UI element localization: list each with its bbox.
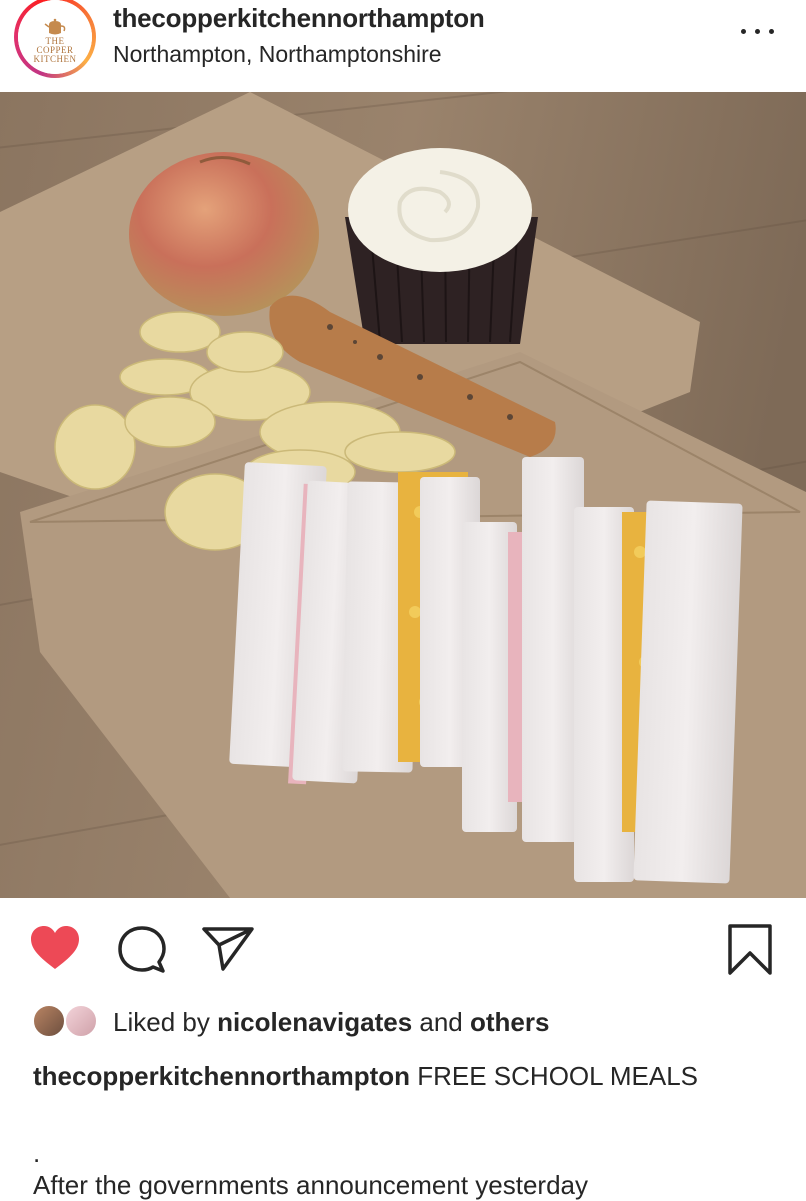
paper-plane-icon[interactable] [201, 925, 255, 973]
lunch-photo-illustration [0, 92, 806, 898]
post-photo[interactable] [0, 92, 806, 898]
comment-bubble-icon[interactable] [117, 925, 167, 975]
likes-middle: and [412, 1007, 470, 1037]
liker-avatar[interactable] [32, 1004, 66, 1038]
bookmark-icon[interactable] [727, 923, 773, 977]
logo-text-kitchen: KITCHEN [33, 53, 77, 64]
copper-kitchen-logo: THE COPPER KITCHEN [18, 0, 92, 74]
post-caption: thecopperkitchennorthampton FREE SCHOOL … [33, 1060, 773, 1093]
heart-icon[interactable] [29, 925, 81, 971]
kettle-icon [44, 18, 66, 34]
more-options-icon[interactable] [741, 20, 775, 42]
post-username[interactable]: thecopperkitchennorthampton [113, 3, 485, 34]
post-location[interactable]: Northampton, Northamptonshire [113, 41, 442, 68]
liker-avatar[interactable] [64, 1004, 98, 1038]
likes-summary: Liked by nicolenavigates and others [30, 1003, 790, 1047]
likes-others-link[interactable]: others [470, 1007, 549, 1037]
caption-text: FREE SCHOOL MEALS [410, 1061, 699, 1091]
likes-text: Liked by nicolenavigates and others [113, 1007, 549, 1038]
caption-username[interactable]: thecopperkitchennorthampton [33, 1061, 410, 1091]
likes-prefix: Liked by [113, 1007, 218, 1037]
profile-avatar[interactable]: THE COPPER KITCHEN [14, 0, 96, 78]
liker-username[interactable]: nicolenavigates [217, 1007, 412, 1037]
post-header: THE COPPER KITCHEN thecopperkitchennorth… [0, 0, 806, 92]
post-action-bar [0, 898, 806, 1003]
caption-continued: After the governments announcement yeste… [33, 1170, 588, 1200]
caption-separator: . [33, 1138, 41, 1168]
